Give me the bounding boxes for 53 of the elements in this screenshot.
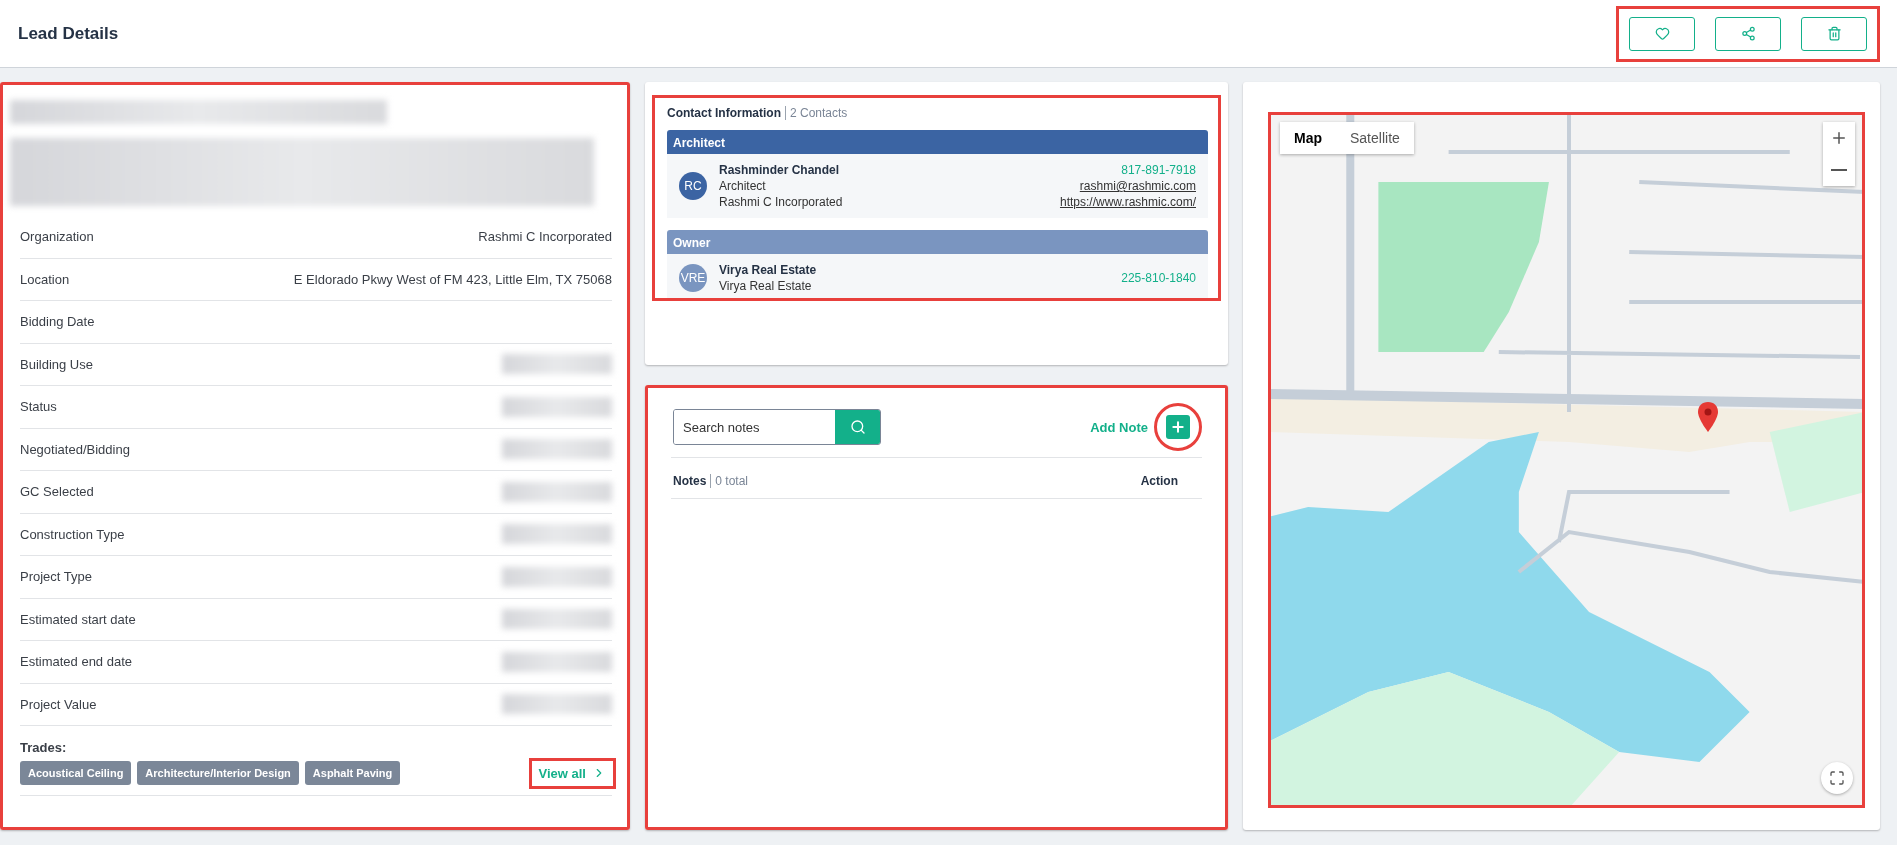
delete-button[interactable] [1801,16,1867,51]
role-header: Architect [667,130,1208,154]
field-label: Bidding Date [20,314,95,330]
heart-icon [1654,26,1670,41]
field-label: Building Use [20,356,93,372]
share-icon [1740,26,1756,41]
search-field[interactable]: Search notes [673,409,881,445]
trade-tag: Asphalt Paving [304,761,401,785]
field-label: Project Value [20,696,97,712]
field-label: Project Type [20,569,93,585]
share-button[interactable] [1715,16,1781,51]
minus-icon [1831,169,1847,171]
field-label: Location [20,271,70,287]
trade-tag: Architecture/Interior Design [137,761,299,785]
map-type-tab[interactable]: Satellite [1336,122,1414,154]
plus-icon [1170,419,1186,435]
initials-avatar: RC [679,172,707,200]
favorite-button[interactable] [1629,16,1695,51]
map-view[interactable]: Map Satellite [1268,112,1865,808]
field-label: Organization [20,229,94,245]
page-title: Lead Details [18,23,119,44]
search-icon [849,419,866,435]
contact-name: Virya Real Estate [719,262,818,278]
role-header: Owner [667,230,1208,254]
plus-icon [1830,129,1848,147]
trade-tag: Acoustical Ceiling [20,761,132,785]
contact-detail: Rashmi C Incorporated [719,194,844,210]
expand-icon [1829,770,1845,786]
website-link[interactable]: https://www.rashmic.com/ [1059,194,1196,210]
field-label: Negotiated/Bidding [20,441,130,457]
field-label: Construction Type [20,526,125,542]
contacts-title: Contact Information 2 Contacts [667,106,849,120]
trash-icon [1826,26,1842,41]
zoom-out-button[interactable] [1823,154,1855,186]
email-link[interactable]: rashmi@rashmic.com [1079,178,1196,194]
trades-label: Trades: [20,740,68,755]
initials-avatar: VRE [679,264,707,292]
search-button[interactable] [835,410,880,444]
field-value: Rashmi C Incorporated [478,229,612,245]
add-note-button[interactable] [1166,415,1190,439]
contact-detail: Architect [719,178,767,194]
field-label: Estimated start date [20,611,136,627]
map-pin-icon [1698,402,1718,432]
zoom-in-button[interactable] [1823,122,1855,154]
contact-name: Rashminder Chandel [719,162,841,178]
field-label: GC Selected [20,484,94,500]
map-type-tab[interactable]: Map [1280,122,1336,154]
contact-detail: Virya Real Estate [719,278,813,294]
field-label: Estimated end date [20,654,133,670]
notes-title: Notes 0 total [673,474,749,488]
field-label: Status [20,399,57,415]
field-value: E Eldorado Pkwy West of FM 423, Little Elm, TX 75068 [293,271,612,287]
column-header: Action [1140,474,1178,488]
